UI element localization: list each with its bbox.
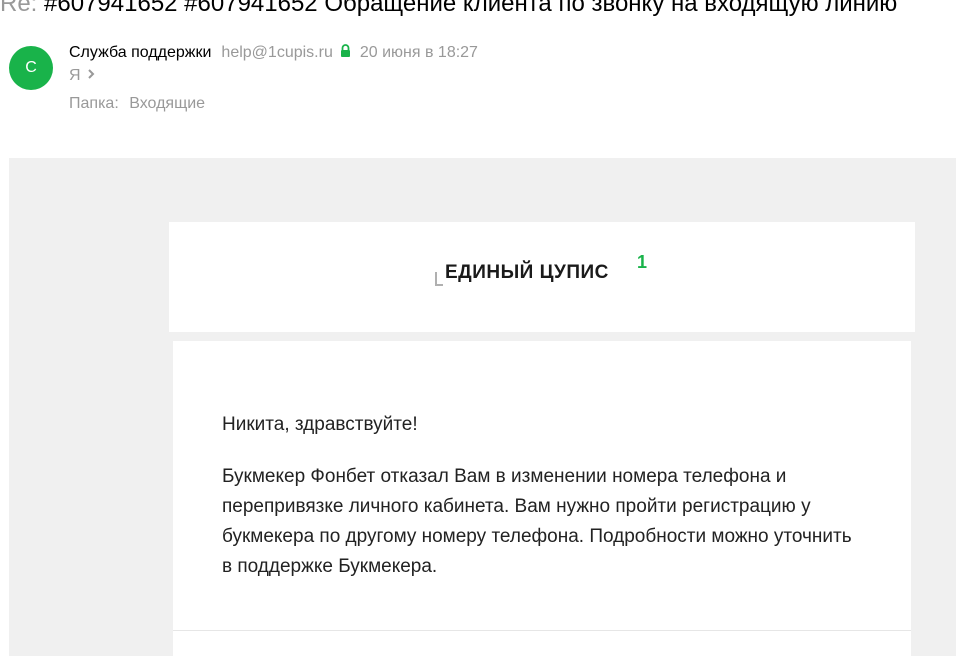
logo-superscript: 1	[637, 252, 648, 272]
sender-avatar[interactable]: С	[9, 46, 53, 90]
subject-prefix: Re:	[0, 0, 38, 17]
folder-label: Папка:	[69, 95, 119, 112]
folder-line: Папка: Входящие	[69, 94, 205, 114]
sender-email[interactable]: help@1cupis.ru	[221, 43, 332, 63]
lock-icon	[340, 43, 351, 63]
subject-text: #607941652 #607941652 Обращение клиента …	[44, 0, 898, 17]
cupis-logo: ЕДИНЫЙ ЦУПИС 1	[435, 252, 655, 296]
recipient-name: Я	[69, 67, 81, 84]
recipient-line[interactable]: Я	[69, 66, 95, 86]
divider	[173, 630, 911, 631]
logo-bracket-mark	[435, 272, 443, 286]
logo-text: ЕДИНЫЙ ЦУПИС	[445, 262, 609, 283]
message-card: Никита, здравствуйте! Букмекер Фонбет от…	[173, 341, 911, 671]
sender-name[interactable]: Служба поддержки	[69, 43, 211, 63]
sender-line: Служба поддержки help@1cupis.ru 20 июня …	[69, 43, 478, 63]
folder-name[interactable]: Входящие	[129, 95, 205, 112]
logo-header: ЕДИНЫЙ ЦУПИС 1	[169, 222, 915, 332]
message-text: Букмекер Фонбет отказал Вам в изменении …	[222, 466, 852, 577]
email-date: 20 июня в 18:27	[359, 44, 478, 61]
email-subject: Re: #607941652 #607941652 Обращение клие…	[0, 0, 897, 18]
greeting-text: Никита, здравствуйте!	[222, 414, 418, 435]
chevron-right-icon[interactable]	[87, 66, 95, 86]
avatar-letter: С	[25, 59, 37, 76]
